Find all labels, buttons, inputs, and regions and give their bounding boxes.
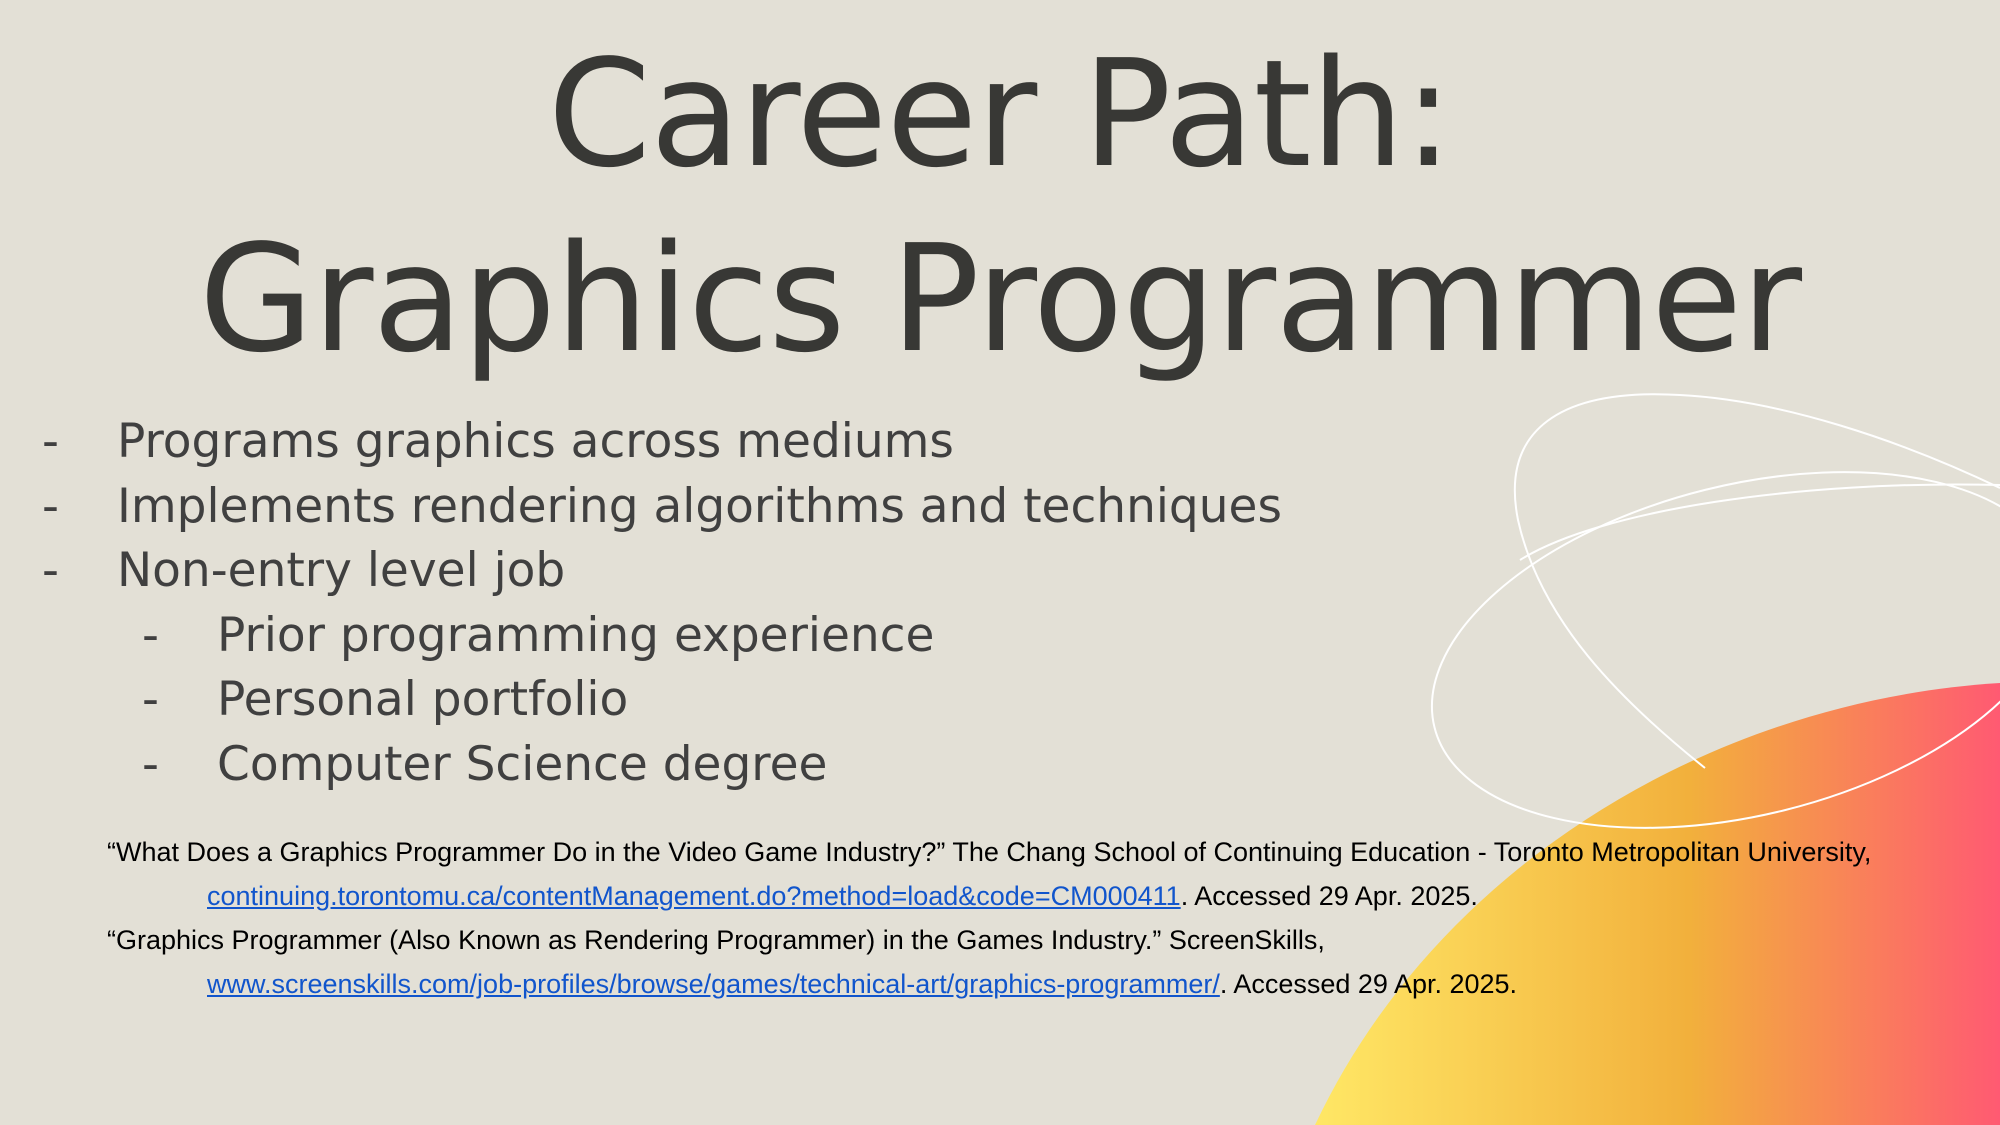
- sub-bullet-item: - Personal portfolio: [0, 668, 1282, 733]
- sub-bullet-text: Computer Science degree: [217, 736, 828, 792]
- bullet-list: - Programs graphics across mediums - Imp…: [0, 410, 1282, 797]
- bullet-item: - Non-entry level job: [0, 539, 1282, 604]
- bullet-dash: -: [42, 414, 59, 469]
- reference-1-citation: “What Does a Graphics Programmer Do in t…: [107, 837, 1872, 867]
- reference-2-link[interactable]: www.screenskills.com/job-profiles/browse…: [207, 969, 1220, 999]
- bullet-dash: -: [42, 543, 59, 598]
- bullet-item: - Programs graphics across mediums: [0, 410, 1282, 475]
- references-section: “What Does a Graphics Programmer Do in t…: [107, 830, 1987, 1006]
- reference-2-citation: “Graphics Programmer (Also Known as Rend…: [107, 925, 1325, 955]
- bullet-text: Non-entry level job: [117, 543, 566, 598]
- sub-bullet-item: - Computer Science degree: [0, 733, 1282, 798]
- sub-bullet-item: - Prior programming experience: [0, 604, 1282, 669]
- sub-bullet-dash: -: [142, 736, 159, 792]
- slide-title-line-1: Career Path:: [547, 28, 1454, 200]
- sub-bullet-dash: -: [142, 607, 159, 663]
- outline-top-line-shape: [1519, 483, 2000, 561]
- reference-1-source: continuing.torontomu.ca/contentManagemen…: [107, 874, 1987, 918]
- bullet-text: Implements rendering algorithms and tech…: [117, 478, 1282, 534]
- reference-1-link[interactable]: continuing.torontomu.ca/contentManagemen…: [207, 881, 1181, 911]
- reference-2-accessed: . Accessed 29 Apr. 2025.: [1219, 969, 1518, 999]
- bullet-text: Programs graphics across mediums: [117, 414, 954, 469]
- sub-bullet-dash: -: [142, 672, 159, 727]
- sub-bullet-text: Personal portfolio: [217, 672, 629, 727]
- bullet-dash: -: [42, 478, 59, 534]
- reference-2-source: www.screenskills.com/job-profiles/browse…: [107, 962, 1987, 1006]
- slide-title-line-2: Graphics Programmer: [198, 213, 1802, 385]
- sub-bullet-text: Prior programming experience: [217, 607, 935, 663]
- bullet-item: - Implements rendering algorithms and te…: [0, 475, 1282, 540]
- reference-1-accessed: . Accessed 29 Apr. 2025.: [1180, 881, 1478, 911]
